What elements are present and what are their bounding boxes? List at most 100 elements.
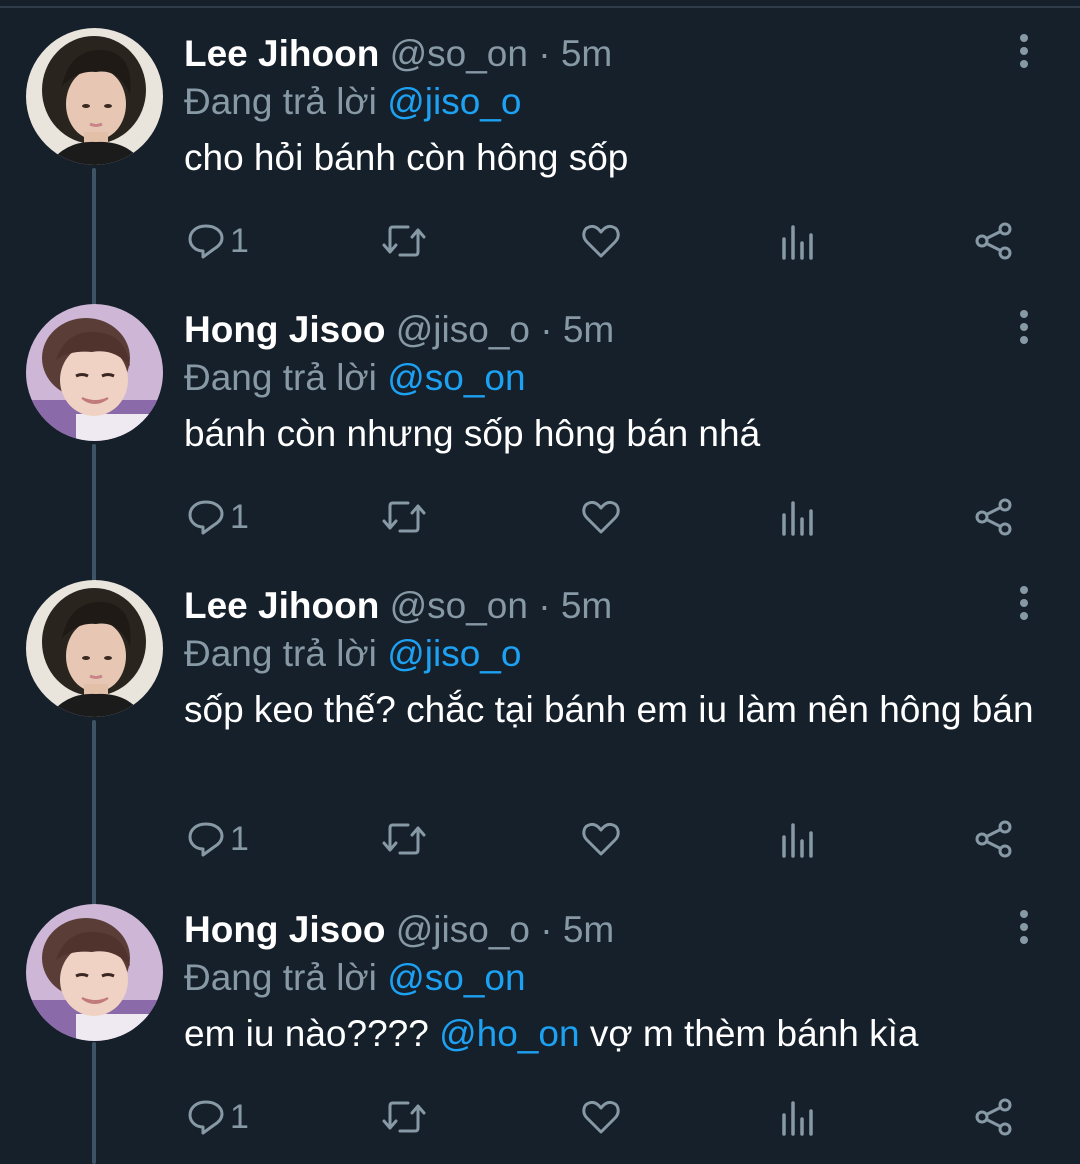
retweet-icon (382, 225, 426, 257)
separator: · (540, 309, 553, 350)
replying-mention[interactable]: @jiso_o (387, 633, 521, 674)
like-icon (582, 224, 620, 258)
like-icon (582, 1100, 620, 1134)
tweet-text: sốp keo thế? chắc tại bánh em iu làm nên… (184, 686, 1044, 734)
tweet-header: Lee Jihoon @so_on · 5m (184, 582, 612, 630)
tweet-text: em iu nào???? @ho_on vợ m thèm bánh kìa (184, 1010, 1044, 1058)
replying-to: Đang trả lời @jiso_o (184, 78, 521, 126)
tweet-text: cho hỏi bánh còn hông sốp (184, 134, 1044, 182)
avatar[interactable] (26, 304, 163, 441)
retweet-icon (382, 823, 426, 855)
more-options-icon[interactable] (1010, 310, 1038, 350)
analytics-icon (782, 501, 813, 536)
share-icon (975, 820, 1012, 858)
text-part: sốp keo thế? chắc tại bánh em iu làm nên… (184, 689, 1034, 730)
thread-line (92, 720, 96, 906)
tweet-header: Lee Jihoon @so_on · 5m (184, 30, 612, 78)
like-icon (582, 500, 620, 534)
separator: · (540, 909, 553, 950)
username[interactable]: @so_on (390, 585, 528, 626)
like-icon (582, 822, 620, 856)
action-bar: 1 (0, 1092, 1080, 1142)
reply-icon (188, 1100, 224, 1135)
replying-mention[interactable]: @so_on (387, 357, 525, 398)
retweet-icon (382, 1101, 426, 1133)
tweet-text: bánh còn nhưng sốp hông bán nhá (184, 410, 1044, 458)
replying-mention[interactable]: @so_on (387, 957, 525, 998)
retweet-button[interactable] (381, 814, 427, 864)
share-icon (975, 222, 1012, 260)
share-icon (975, 1098, 1012, 1136)
timestamp[interactable]: 5m (561, 585, 612, 626)
reply-count: 1 (230, 221, 249, 260)
analytics-button[interactable] (778, 216, 818, 266)
like-button[interactable] (580, 814, 622, 864)
reply-thread: Lee Jihoon @so_on · 5m Đang trả lời @jis… (0, 0, 1080, 1164)
retweet-icon (382, 501, 426, 533)
analytics-icon (782, 823, 813, 858)
reply-count: 1 (230, 1097, 249, 1136)
share-button[interactable] (973, 216, 1015, 266)
display-name[interactable]: Hong Jisoo (184, 309, 385, 350)
separator: · (538, 585, 551, 626)
action-bar: 1 (0, 216, 1080, 266)
tweet-header: Hong Jisoo @jiso_o · 5m (184, 906, 614, 954)
avatar[interactable] (26, 28, 163, 165)
replying-to: Đang trả lời @jiso_o (184, 630, 521, 678)
username[interactable]: @jiso_o (396, 309, 530, 350)
text-part: vợ m thèm bánh kìa (579, 1013, 919, 1054)
display-name[interactable]: Hong Jisoo (184, 909, 385, 950)
share-icon (975, 498, 1012, 536)
like-button[interactable] (580, 492, 622, 542)
display-name[interactable]: Lee Jihoon (184, 33, 379, 74)
reply-button[interactable]: 1 (186, 492, 249, 542)
action-bar: 1 (0, 492, 1080, 542)
replying-prefix: Đang trả lời (184, 957, 377, 998)
text-mention[interactable]: @ho_on (439, 1013, 579, 1054)
username[interactable]: @jiso_o (396, 909, 530, 950)
share-button[interactable] (973, 1092, 1015, 1142)
analytics-icon (782, 225, 813, 260)
reply-button[interactable]: 1 (186, 814, 249, 864)
reply-icon (188, 224, 224, 259)
timestamp[interactable]: 5m (563, 909, 614, 950)
replying-prefix: Đang trả lời (184, 81, 377, 122)
more-options-icon[interactable] (1010, 34, 1038, 74)
reply-count: 1 (230, 497, 249, 536)
reply-icon (188, 822, 224, 857)
replying-prefix: Đang trả lời (184, 357, 377, 398)
analytics-icon (782, 1101, 813, 1136)
analytics-button[interactable] (778, 1092, 818, 1142)
tweet-header: Hong Jisoo @jiso_o · 5m (184, 306, 614, 354)
analytics-button[interactable] (778, 492, 818, 542)
username[interactable]: @so_on (390, 33, 528, 74)
more-options-icon[interactable] (1010, 586, 1038, 626)
display-name[interactable]: Lee Jihoon (184, 585, 379, 626)
action-bar: 1 (0, 814, 1080, 864)
retweet-button[interactable] (381, 216, 427, 266)
replying-prefix: Đang trả lời (184, 633, 377, 674)
replying-to: Đang trả lời @so_on (184, 954, 526, 1002)
retweet-button[interactable] (381, 492, 427, 542)
more-options-icon[interactable] (1010, 910, 1038, 950)
avatar[interactable] (26, 904, 163, 1041)
like-button[interactable] (580, 216, 622, 266)
reply-button[interactable]: 1 (186, 1092, 249, 1142)
replying-mention[interactable]: @jiso_o (387, 81, 521, 122)
text-part: em iu nào???? (184, 1013, 440, 1054)
text-part: bánh còn nhưng sốp hông bán nhá (184, 413, 761, 454)
timestamp[interactable]: 5m (561, 33, 612, 74)
separator: · (538, 33, 551, 74)
share-button[interactable] (973, 492, 1015, 542)
timestamp[interactable]: 5m (563, 309, 614, 350)
reply-button[interactable]: 1 (186, 216, 249, 266)
retweet-button[interactable] (381, 1092, 427, 1142)
share-button[interactable] (973, 814, 1015, 864)
analytics-button[interactable] (778, 814, 818, 864)
text-part: cho hỏi bánh còn hông sốp (184, 137, 629, 178)
reply-icon (188, 500, 224, 535)
like-button[interactable] (580, 1092, 622, 1142)
avatar[interactable] (26, 580, 163, 717)
reply-count: 1 (230, 819, 249, 858)
replying-to: Đang trả lời @so_on (184, 354, 526, 402)
